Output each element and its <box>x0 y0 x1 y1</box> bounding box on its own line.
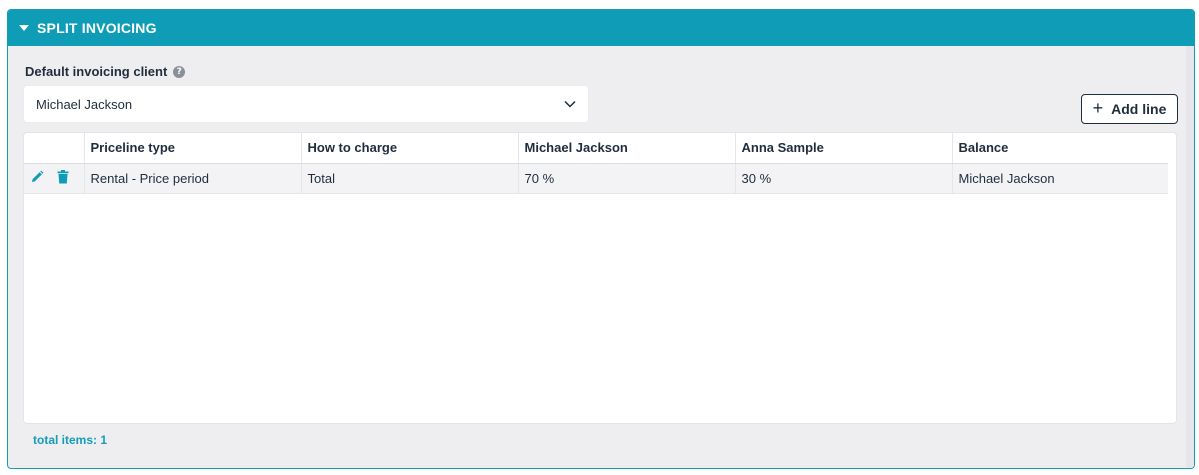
default-client-select[interactable]: Michael Jackson <box>23 85 589 123</box>
column-header-balance[interactable]: Balance <box>952 133 1168 164</box>
default-client-label: Default invoicing client <box>25 64 168 79</box>
split-invoicing-table: Priceline type How to charge Michael Jac… <box>23 132 1177 424</box>
pencil-icon[interactable] <box>30 170 44 187</box>
chevron-down-icon <box>564 100 576 108</box>
scrollbar-track[interactable] <box>1186 46 1194 468</box>
panel-header-toggle[interactable]: SPLIT INVOICING <box>8 10 1194 46</box>
cell-how-to-charge: Total <box>301 163 519 194</box>
cell-anna-sample-share: 30 % <box>735 163 953 194</box>
column-header-michael-jackson[interactable]: Michael Jackson <box>518 133 736 164</box>
cell-priceline-type: Rental - Price period <box>84 163 302 194</box>
table-header-row: Priceline type How to charge Michael Jac… <box>24 133 1168 164</box>
panel-title: SPLIT INVOICING <box>37 20 157 36</box>
cell-balance: Michael Jackson <box>952 163 1168 194</box>
add-line-label: Add line <box>1111 101 1167 117</box>
column-header-actions <box>24 133 85 164</box>
row-actions-cell <box>24 163 85 194</box>
column-header-priceline-type[interactable]: Priceline type <box>84 133 302 164</box>
caret-down-icon <box>19 25 29 31</box>
column-header-how-to-charge[interactable]: How to charge <box>301 133 519 164</box>
default-client-value: Michael Jackson <box>36 96 133 112</box>
help-icon[interactable]: ? <box>173 65 186 78</box>
total-items-count: total items: 1 <box>33 433 108 447</box>
default-client-label-row: Default invoicing client ? <box>25 64 186 79</box>
table-row[interactable]: Rental - Price period Total 70 % 30 % Mi… <box>24 163 1168 194</box>
add-line-button[interactable]: + Add line <box>1081 94 1178 124</box>
cell-michael-jackson-share: 70 % <box>518 163 736 194</box>
column-header-anna-sample[interactable]: Anna Sample <box>735 133 953 164</box>
trash-icon[interactable] <box>57 169 69 187</box>
split-invoicing-panel: SPLIT INVOICING Default invoicing client… <box>7 9 1195 469</box>
plus-icon: + <box>1092 98 1104 118</box>
